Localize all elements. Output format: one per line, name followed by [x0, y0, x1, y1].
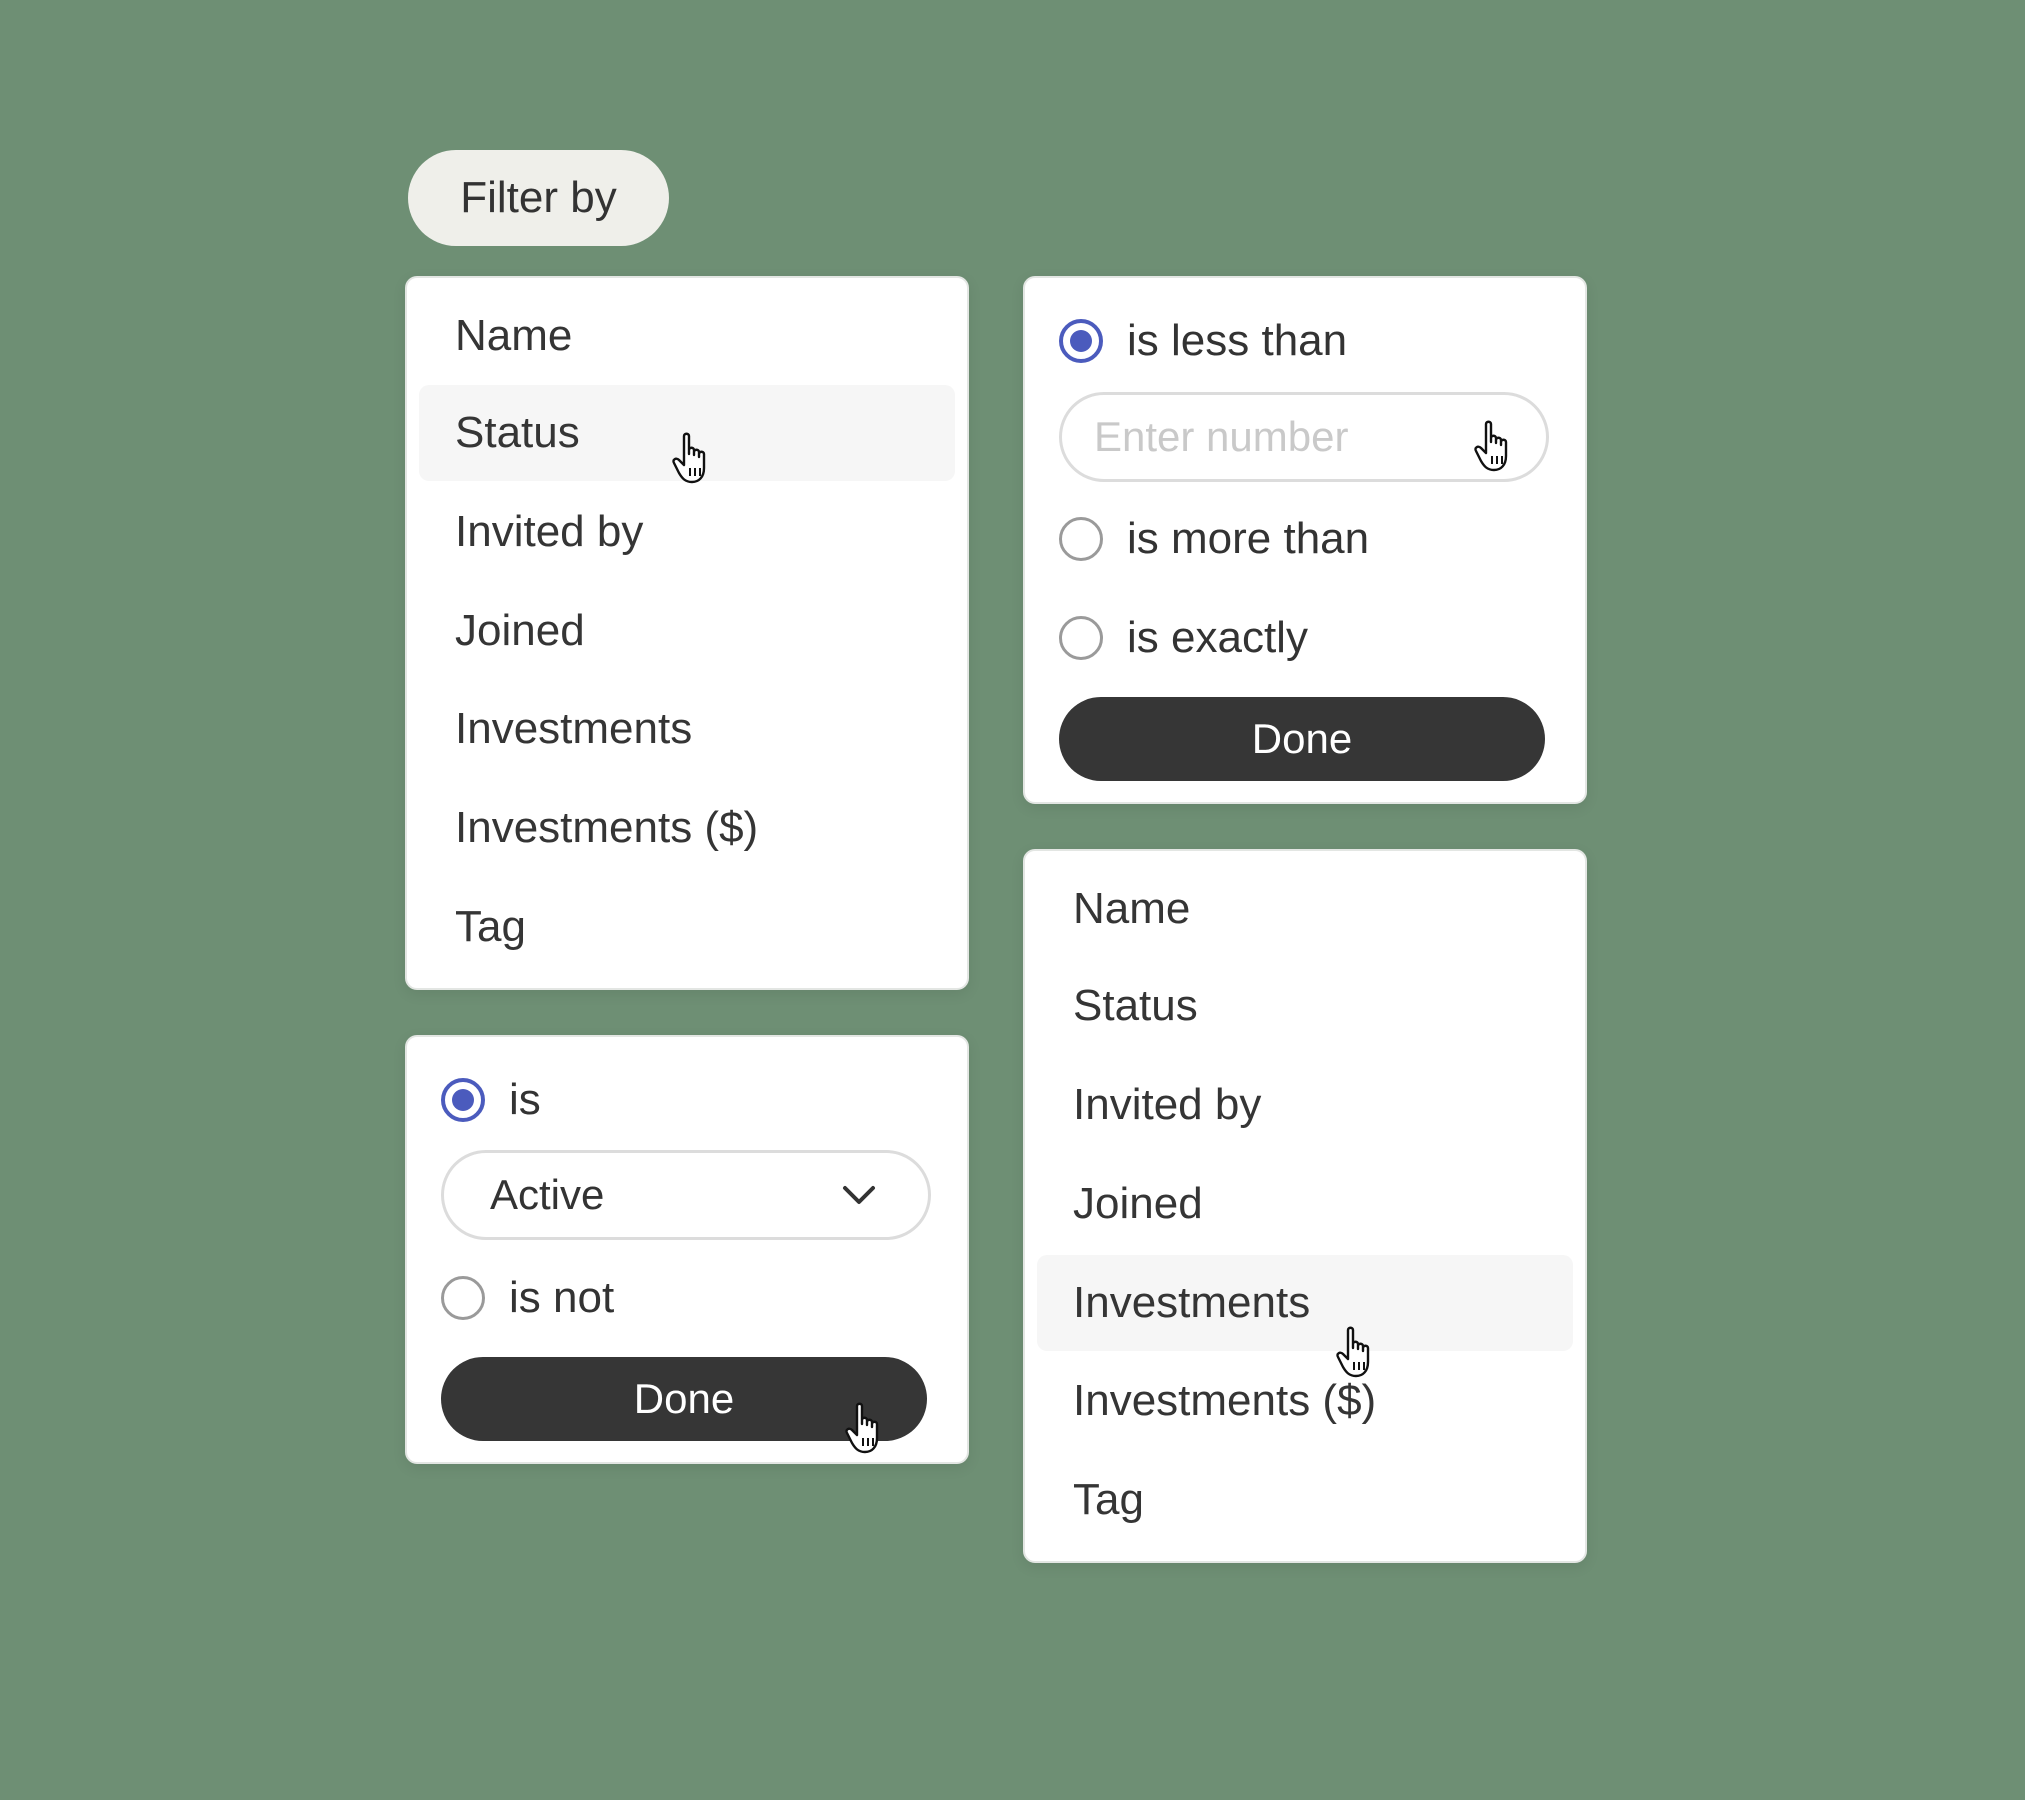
field-item-status[interactable]: Status: [1037, 958, 1573, 1054]
hand-pointer-icon: [1336, 1326, 1370, 1378]
field-item-tag[interactable]: Tag: [1037, 1452, 1573, 1548]
number-filter-panel: is less than is more than is exactly Don…: [1023, 276, 1587, 804]
option-label: is less than: [1127, 316, 1348, 365]
option-label: is not: [509, 1273, 615, 1322]
hand-pointer-icon: [845, 1402, 879, 1454]
status-filter-panel: is Active is not Done: [405, 1035, 969, 1464]
option-label: is exactly: [1127, 613, 1308, 662]
option-is[interactable]: is: [441, 1070, 541, 1130]
hand-pointer-icon: [1474, 420, 1508, 472]
option-label: is: [509, 1075, 541, 1124]
radio-checked-icon[interactable]: [1059, 319, 1103, 363]
option-label: is more than: [1127, 514, 1370, 563]
filter-ui-canvas: Filter by Name Status Invited by Joined …: [0, 0, 2025, 1800]
field-item-tag[interactable]: Tag: [419, 879, 955, 975]
option-is-more-than[interactable]: is more than: [1059, 509, 1369, 569]
radio-unchecked-icon[interactable]: [1059, 517, 1103, 561]
radio-checked-icon[interactable]: [441, 1078, 485, 1122]
filter-by-button[interactable]: Filter by: [408, 150, 669, 246]
radio-unchecked-icon[interactable]: [441, 1276, 485, 1320]
hand-pointer-icon: [672, 432, 706, 484]
field-menu-secondary: Name Status Invited by Joined Investment…: [1023, 849, 1587, 1563]
field-item-investments-dollar[interactable]: Investments ($): [419, 780, 955, 876]
field-item-name[interactable]: Name: [419, 288, 955, 384]
field-item-investments[interactable]: Investments: [1037, 1255, 1573, 1351]
field-item-investments-dollar[interactable]: Investments ($): [1037, 1353, 1573, 1449]
status-select[interactable]: Active: [441, 1150, 931, 1240]
chevron-down-icon: [843, 1186, 875, 1204]
filter-by-label: Filter by: [460, 173, 617, 222]
field-item-joined[interactable]: Joined: [419, 583, 955, 679]
radio-unchecked-icon[interactable]: [1059, 616, 1103, 660]
option-is-less-than[interactable]: is less than: [1059, 311, 1347, 371]
field-item-invited-by[interactable]: Invited by: [419, 484, 955, 580]
field-item-investments[interactable]: Investments: [419, 681, 955, 777]
done-button[interactable]: Done: [1059, 697, 1545, 781]
option-is-exactly[interactable]: is exactly: [1059, 608, 1308, 668]
field-item-invited-by[interactable]: Invited by: [1037, 1057, 1573, 1153]
selected-value: Active: [490, 1171, 605, 1218]
field-menu-primary: Name Status Invited by Joined Investment…: [405, 276, 969, 990]
field-item-joined[interactable]: Joined: [1037, 1156, 1573, 1252]
field-item-name[interactable]: Name: [1037, 861, 1573, 957]
option-is-not[interactable]: is not: [441, 1268, 614, 1328]
